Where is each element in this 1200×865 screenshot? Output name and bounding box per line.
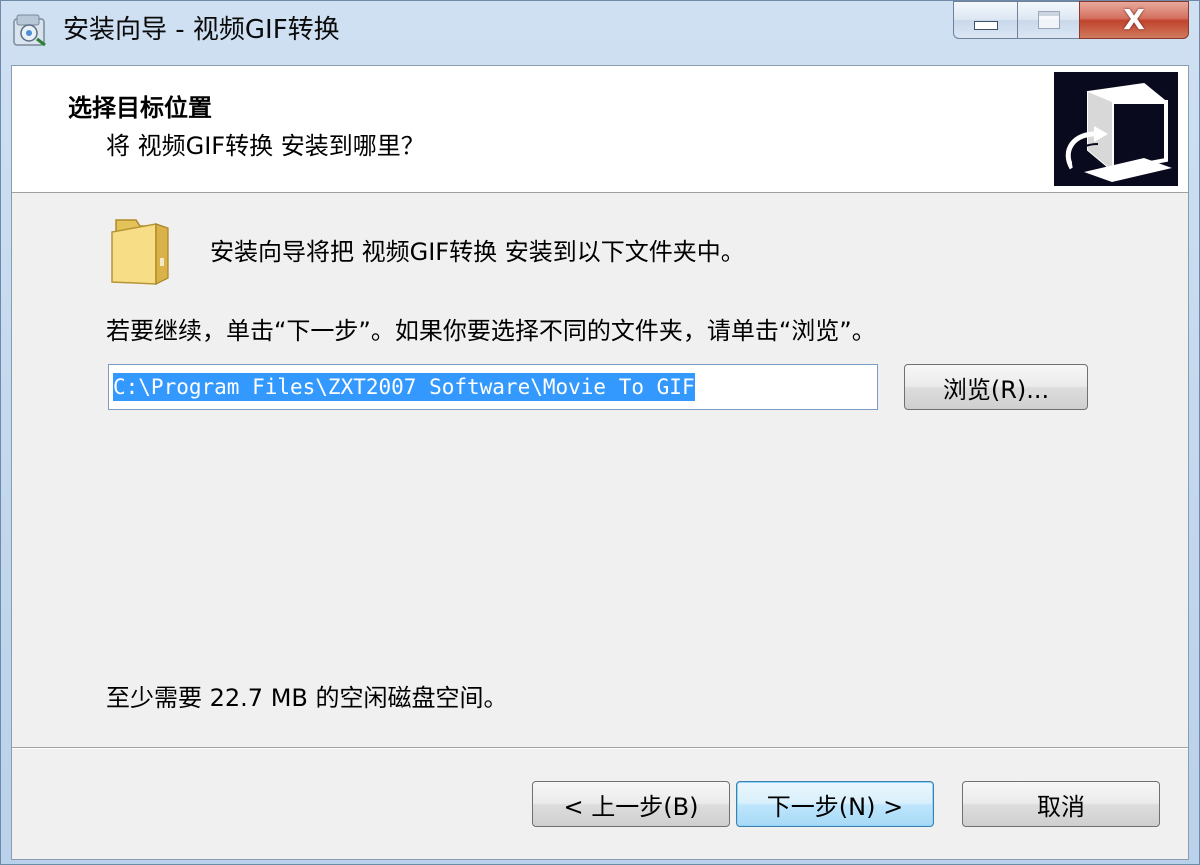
- maximize-icon: [1037, 11, 1060, 29]
- computer-install-icon: [1054, 72, 1178, 186]
- continue-hint: 若要继续，单击“下一步”。如果你要选择不同的文件夹，请单击“浏览”。: [106, 317, 876, 345]
- wizard-header: 选择目标位置 将 视频GIF转换 安装到哪里？: [12, 66, 1188, 193]
- folder-icon: [111, 219, 169, 285]
- wizard-panel: 选择目标位置 将 视频GIF转换 安装到哪里？ 安装向导将把 视频GIF转换 安…: [11, 65, 1189, 860]
- minimize-button[interactable]: [953, 1, 1017, 39]
- install-path-input[interactable]: C:\Program Files\ZXT2007 Software\Movie …: [108, 364, 878, 410]
- installer-app-icon[interactable]: [11, 11, 49, 49]
- close-icon: X: [1123, 3, 1145, 36]
- window-title: 安装向导 - 视频GIF转换: [63, 15, 340, 45]
- page-subtitle: 将 视频GIF转换 安装到哪里？: [106, 132, 425, 160]
- install-path-value: C:\Program Files\ZXT2007 Software\Movie …: [113, 373, 695, 401]
- close-button[interactable]: X: [1079, 1, 1189, 39]
- page-title: 选择目标位置: [68, 94, 212, 122]
- installer-window: 安装向导 - 视频GIF转换 X 选择目标位置 将 视频GIF转换 安装到哪里？: [0, 0, 1200, 865]
- footer-divider: [12, 747, 1188, 749]
- intro-text: 安装向导将把 视频GIF转换 安装到以下文件夹中。: [210, 238, 745, 266]
- back-button[interactable]: < 上一步(B): [532, 781, 730, 827]
- next-button[interactable]: 下一步(N) >: [736, 781, 934, 827]
- maximize-button: [1017, 1, 1079, 39]
- disk-space-requirement: 至少需要 22.7 MB 的空闲磁盘空间。: [106, 684, 508, 712]
- title-bar[interactable]: 安装向导 - 视频GIF转换 X: [1, 1, 1199, 59]
- minimize-icon: [973, 20, 998, 30]
- browse-button[interactable]: 浏览(R)...: [904, 364, 1088, 410]
- caption-buttons: X: [953, 1, 1189, 41]
- cancel-button[interactable]: 取消: [962, 781, 1160, 827]
